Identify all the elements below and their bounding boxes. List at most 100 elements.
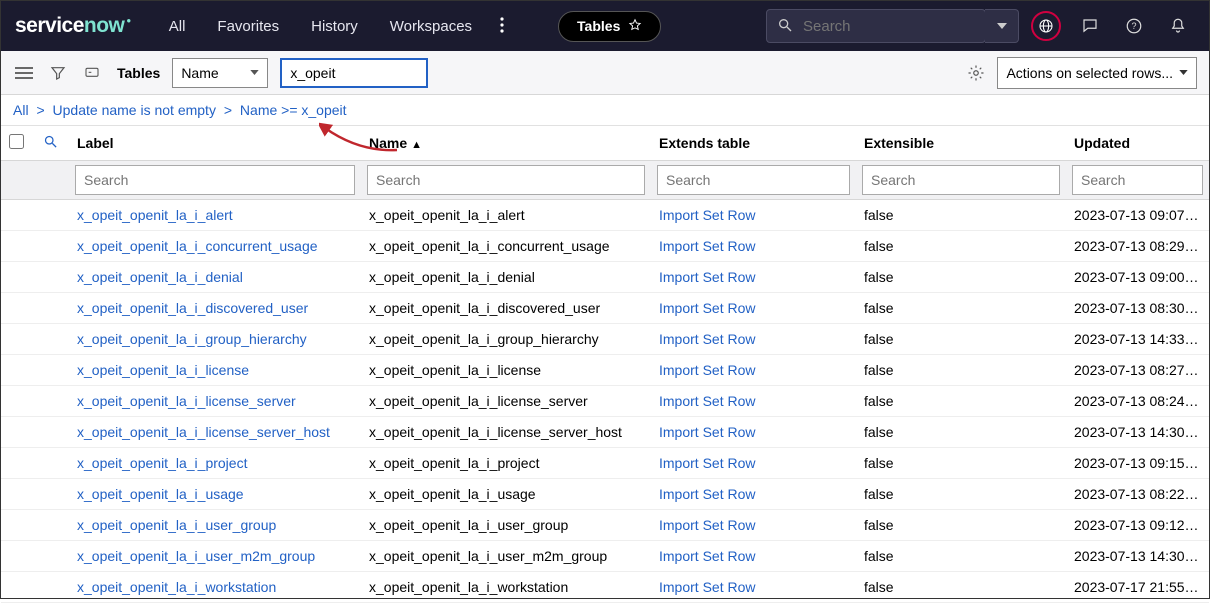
help-icon[interactable]: ? bbox=[1117, 9, 1151, 43]
search-updated[interactable] bbox=[1072, 165, 1203, 195]
cell-extensible: false bbox=[864, 300, 894, 316]
breadcrumb: All > Update name is not empty > Name >=… bbox=[1, 95, 1209, 126]
cell-label[interactable]: x_opeit_openit_la_i_project bbox=[77, 455, 247, 471]
table-row: x_opeit_openit_la_i_group_hierarchyx_ope… bbox=[1, 324, 1209, 355]
cell-extends[interactable]: Import Set Row bbox=[659, 300, 755, 316]
cell-extensible: false bbox=[864, 393, 894, 409]
cell-label[interactable]: x_opeit_openit_la_i_concurrent_usage bbox=[77, 238, 318, 254]
table-row: x_opeit_openit_la_i_license_serverx_opei… bbox=[1, 386, 1209, 417]
cell-label[interactable]: x_opeit_openit_la_i_usage bbox=[77, 486, 244, 502]
cell-label[interactable]: x_opeit_openit_la_i_user_m2m_group bbox=[77, 548, 315, 564]
crumb-update[interactable]: Update name is not empty bbox=[53, 102, 216, 118]
table-row: x_opeit_openit_la_i_license x_opeit_openi… bbox=[1, 355, 1209, 386]
nav-all[interactable]: All bbox=[155, 10, 200, 43]
cell-label[interactable]: x_opeit_openit_la_i_group_hierarchy bbox=[77, 331, 307, 347]
search-icon bbox=[777, 17, 793, 36]
activity-icon[interactable] bbox=[81, 62, 103, 84]
crumb-all[interactable]: All bbox=[13, 102, 29, 118]
nav-more-icon[interactable] bbox=[490, 13, 514, 40]
gear-icon[interactable] bbox=[965, 62, 987, 84]
cell-name: x_opeit_openit_la_i_license bbox=[369, 362, 541, 378]
chevron-down-icon bbox=[1179, 70, 1188, 75]
select-all-checkbox[interactable] bbox=[9, 134, 24, 149]
cell-extends[interactable]: Import Set Row bbox=[659, 362, 755, 378]
cell-extensible: false bbox=[864, 207, 894, 223]
cell-extends[interactable]: Import Set Row bbox=[659, 238, 755, 254]
globe-icon bbox=[1038, 18, 1054, 34]
nav-workspaces[interactable]: Workspaces bbox=[376, 10, 486, 43]
table-row: x_opeit_openit_la_i_discovered_userx_ope… bbox=[1, 293, 1209, 324]
cell-updated: 2023-07-13 08:29:12 bbox=[1074, 238, 1204, 254]
cell-label[interactable]: x_opeit_openit_la_i_workstation bbox=[77, 579, 276, 595]
table-row: x_opeit_openit_la_i_user_groupx_opeit_op… bbox=[1, 510, 1209, 541]
cell-updated: 2023-07-13 09:15:17 bbox=[1074, 455, 1204, 471]
search-extensible[interactable] bbox=[862, 165, 1060, 195]
actions-select[interactable]: Actions on selected rows... bbox=[997, 57, 1197, 89]
cell-extends[interactable]: Import Set Row bbox=[659, 517, 755, 533]
cell-extends[interactable]: Import Set Row bbox=[659, 548, 755, 564]
cell-updated: 2023-07-13 09:12:06 bbox=[1074, 517, 1204, 533]
search-label[interactable] bbox=[75, 165, 355, 195]
search-name[interactable] bbox=[367, 165, 645, 195]
cell-extends[interactable]: Import Set Row bbox=[659, 207, 755, 223]
cell-extends[interactable]: Import Set Row bbox=[659, 269, 755, 285]
logo-text-a: service bbox=[15, 14, 84, 38]
nav-history[interactable]: History bbox=[297, 10, 372, 43]
cell-extends[interactable]: Import Set Row bbox=[659, 455, 755, 471]
filter-icon[interactable] bbox=[47, 62, 69, 84]
search-field-select[interactable]: Name bbox=[172, 58, 268, 88]
col-name[interactable]: Name▲ bbox=[361, 126, 651, 161]
cell-name: x_opeit_openit_la_i_concurrent_usage bbox=[369, 238, 610, 254]
cell-label[interactable]: x_opeit_openit_la_i_alert bbox=[77, 207, 233, 223]
cell-extensible: false bbox=[864, 238, 894, 254]
name-filter-input[interactable] bbox=[280, 58, 428, 88]
tables-pill-label: Tables bbox=[577, 18, 620, 34]
nav-favorites[interactable]: Favorites bbox=[203, 10, 293, 43]
logo[interactable]: servicenow● bbox=[15, 14, 131, 38]
cell-extensible: false bbox=[864, 455, 894, 471]
actions-label: Actions on selected rows... bbox=[1006, 65, 1173, 81]
cell-label[interactable]: x_opeit_openit_la_i_discovered_user bbox=[77, 300, 308, 316]
cell-label[interactable]: x_opeit_openit_la_i_license_server bbox=[77, 393, 296, 409]
tables-pill[interactable]: Tables bbox=[558, 11, 661, 42]
cell-extends[interactable]: Import Set Row bbox=[659, 331, 755, 347]
col-extends[interactable]: Extends table bbox=[651, 126, 856, 161]
search-extends[interactable] bbox=[657, 165, 850, 195]
svg-text:?: ? bbox=[1131, 21, 1136, 31]
globe-button[interactable] bbox=[1029, 9, 1063, 43]
table-row: x_opeit_openit_la_i_alert x_opeit_openit_… bbox=[1, 200, 1209, 231]
search-scope-dropdown[interactable] bbox=[985, 9, 1019, 43]
col-label[interactable]: Label bbox=[69, 126, 361, 161]
crumb-name[interactable]: Name >= x_opeit bbox=[240, 102, 347, 118]
cell-extends[interactable]: Import Set Row bbox=[659, 486, 755, 502]
chevron-down-icon bbox=[250, 70, 259, 75]
list-menu-icon[interactable] bbox=[13, 62, 35, 84]
col-extensible[interactable]: Extensible bbox=[856, 126, 1066, 161]
global-search-input[interactable] bbox=[803, 18, 1002, 35]
data-table: Label Name▲ Extends table Extensible Upd… bbox=[1, 126, 1209, 603]
cell-label[interactable]: x_opeit_openit_la_i_license bbox=[77, 362, 249, 378]
cell-extends[interactable]: Import Set Row bbox=[659, 393, 755, 409]
cell-extensible: false bbox=[864, 579, 894, 595]
chat-icon[interactable] bbox=[1073, 9, 1107, 43]
cell-updated: 2023-07-17 21:55:38 bbox=[1074, 579, 1204, 595]
col-updated[interactable]: Updated bbox=[1066, 126, 1209, 161]
cell-updated: 2023-07-13 14:30:14 bbox=[1074, 548, 1204, 564]
column-search-icon[interactable] bbox=[43, 136, 58, 152]
cell-extensible: false bbox=[864, 362, 894, 378]
header-row: Label Name▲ Extends table Extensible Upd… bbox=[1, 126, 1209, 161]
cell-extensible: false bbox=[864, 517, 894, 533]
cell-name: x_opeit_openit_la_i_alert bbox=[369, 207, 525, 223]
global-search[interactable] bbox=[766, 9, 986, 43]
bell-icon[interactable] bbox=[1161, 9, 1195, 43]
cell-extends[interactable]: Import Set Row bbox=[659, 424, 755, 440]
cell-label[interactable]: x_opeit_openit_la_i_user_group bbox=[77, 517, 276, 533]
cell-updated: 2023-07-13 08:27:20 bbox=[1074, 362, 1204, 378]
cell-extends[interactable]: Import Set Row bbox=[659, 579, 755, 595]
cell-updated: 2023-07-13 08:22:40 bbox=[1074, 486, 1204, 502]
cell-label[interactable]: x_opeit_openit_la_i_denial bbox=[77, 269, 243, 285]
table-row: x_opeit_openit_la_i_workstationx_opeit_o… bbox=[1, 572, 1209, 603]
cell-label[interactable]: x_opeit_openit_la_i_license_server_host bbox=[77, 424, 330, 440]
cell-updated: 2023-07-13 09:00:27 bbox=[1074, 269, 1204, 285]
logo-dot-icon: ● bbox=[126, 16, 130, 25]
